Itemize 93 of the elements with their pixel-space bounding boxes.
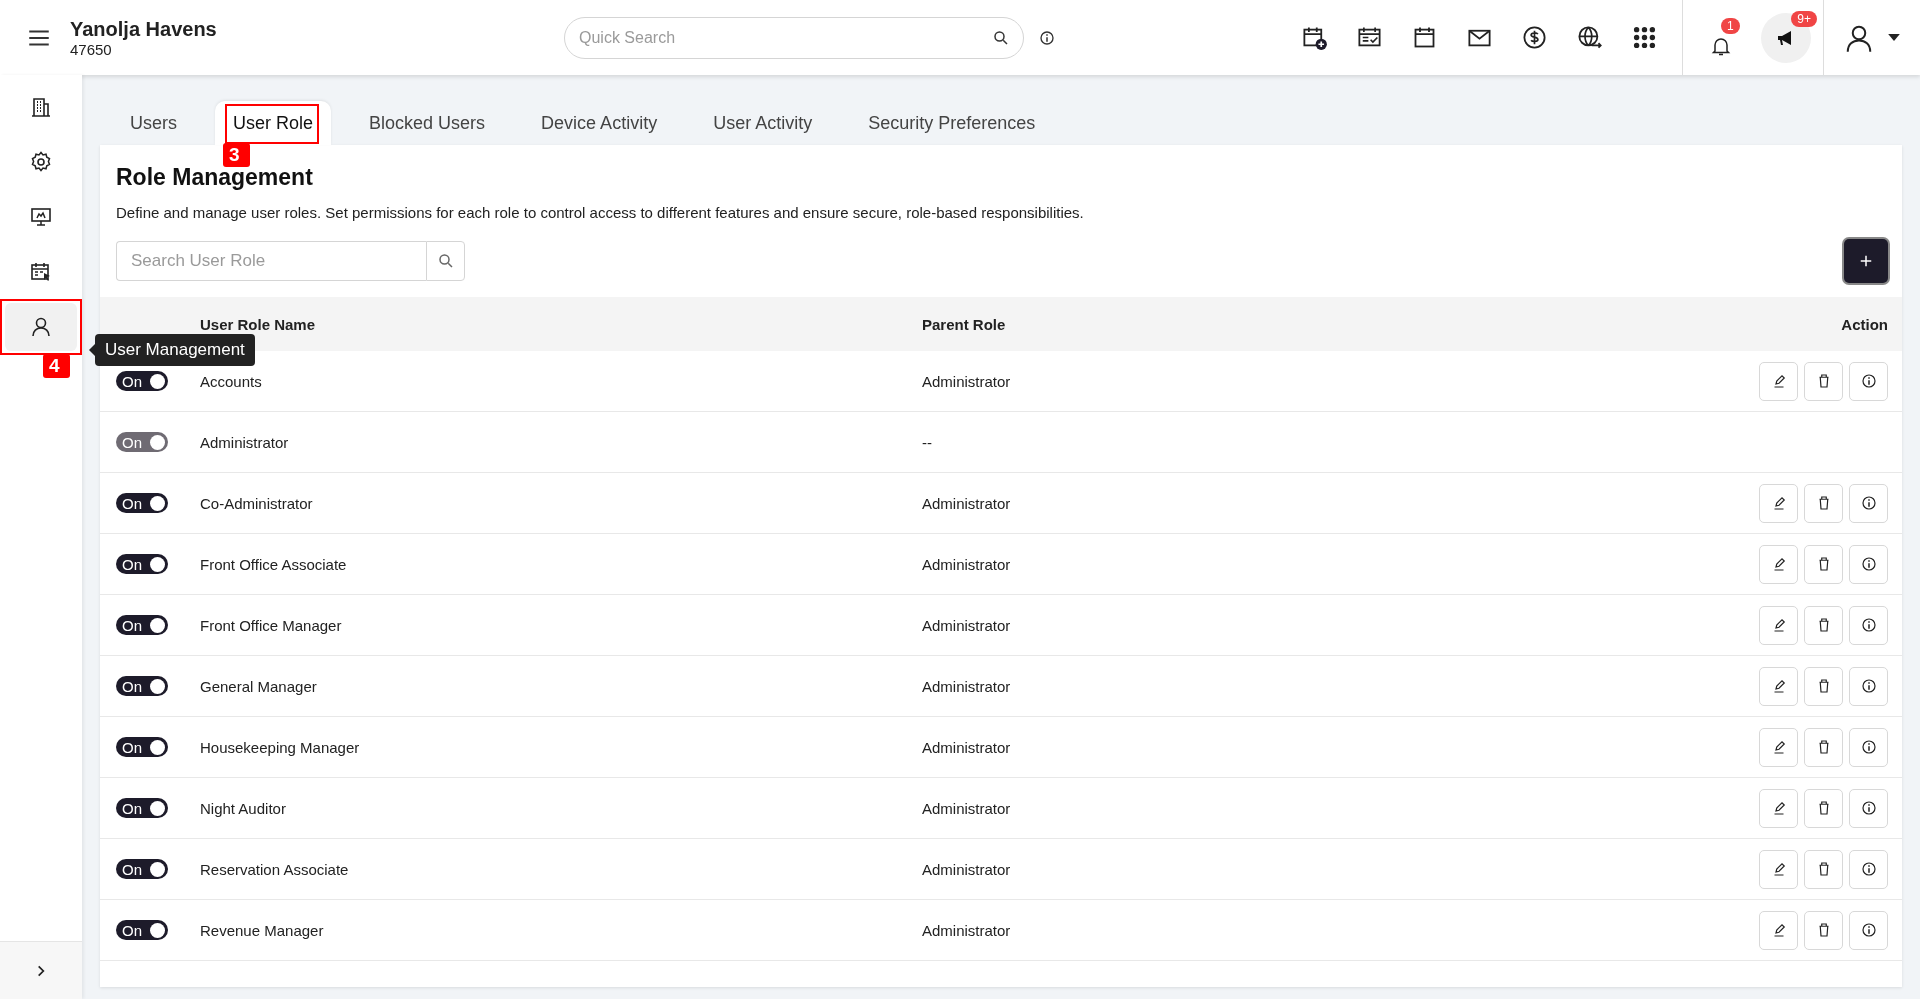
column-header: User Role Name: [200, 315, 317, 333]
search-field[interactable]: Search User Role: [116, 241, 426, 281]
delete-button[interactable]: [1804, 605, 1843, 645]
table-cell-text: Housekeeping Manager: [200, 738, 361, 756]
table-cell-text: Administrator: [200, 433, 290, 451]
notification-badge: 1: [1721, 17, 1740, 34]
tab[interactable]: Users: [112, 101, 195, 145]
search-icon[interactable]: [436, 252, 455, 270]
delete-button[interactable]: [1804, 727, 1843, 767]
tab[interactable]: Device Activity: [523, 101, 676, 145]
announcement-button[interactable]: [1761, 12, 1811, 63]
toggle-switch[interactable]: On: [116, 615, 168, 635]
page-description: Define and manage user roles. Set permissions for each role to control access to different features and ensure secure, role-based responsibilities.: [116, 204, 1085, 221]
info-button[interactable]: [1849, 727, 1888, 767]
info-icon[interactable]: [1859, 494, 1878, 512]
info-button[interactable]: [1849, 361, 1888, 401]
info-button[interactable]: [1849, 788, 1888, 828]
building-icon[interactable]: [29, 95, 53, 119]
info-icon[interactable]: [1859, 616, 1878, 634]
tab[interactable]: Blocked Users: [351, 101, 504, 145]
step-number: 4: [43, 354, 70, 378]
toggle-switch[interactable]: On: [116, 493, 168, 513]
toggle-switch[interactable]: On: [116, 554, 168, 574]
table-cell-text: Front Office Associate: [200, 555, 348, 573]
step-number: 3: [223, 143, 250, 167]
toggle-switch[interactable]: On: [116, 371, 168, 391]
table-cell-text: Administrator: [922, 555, 1012, 573]
delete-button[interactable]: [1804, 910, 1843, 950]
table-cell-text: General Manager: [200, 677, 318, 695]
column-header: Parent Role: [922, 315, 1007, 333]
tooltip: User Management: [95, 334, 255, 366]
table-cell-text: Co-Administrator: [200, 494, 314, 512]
info-icon[interactable]: [1859, 799, 1878, 817]
search-icon[interactable]: [992, 28, 1010, 47]
announcement-badge: 9+: [1791, 10, 1817, 27]
property-id: 47650: [70, 40, 113, 58]
search-field[interactable]: Quick Search: [564, 16, 1024, 59]
info-button[interactable]: [1849, 483, 1888, 523]
tab[interactable]: Security Preferences: [850, 101, 1054, 145]
table-cell-text: --: [922, 433, 933, 451]
delete-button[interactable]: [1804, 666, 1843, 706]
info-button[interactable]: [1849, 849, 1888, 889]
info-icon[interactable]: [1859, 860, 1878, 878]
info-icon[interactable]: [1859, 555, 1878, 573]
calendar-add-icon[interactable]: [1301, 24, 1328, 51]
info-button[interactable]: [1849, 910, 1888, 950]
table-cell-text: Administrator: [922, 738, 1012, 756]
table-cell-text: Accounts: [200, 372, 263, 390]
delete-button[interactable]: [1804, 361, 1843, 401]
table-cell-text: Administrator: [922, 494, 1012, 512]
delete-button[interactable]: [1804, 849, 1843, 889]
dollar-icon[interactable]: [1521, 24, 1548, 51]
table-cell-text: Administrator: [922, 860, 1012, 878]
toggle-switch[interactable]: On: [116, 859, 168, 879]
page-title: Role Management: [116, 164, 313, 191]
table-cell-text: Reservation Associate: [200, 860, 350, 878]
table-cell-text: Administrator: [922, 372, 1012, 390]
info-icon[interactable]: [1859, 738, 1878, 756]
table-cell-text: Administrator: [922, 677, 1012, 695]
user-icon[interactable]: [29, 315, 53, 339]
search-button[interactable]: [426, 241, 465, 281]
tab[interactable]: User Activity: [695, 101, 831, 145]
column-header: Action: [1840, 315, 1889, 333]
caret-icon[interactable]: [1888, 34, 1900, 41]
tooltip-arrow: [89, 344, 95, 356]
info-button[interactable]: [1849, 666, 1888, 706]
apps-grid-icon[interactable]: [1631, 24, 1658, 51]
info-icon[interactable]: [1859, 921, 1878, 939]
delete-button[interactable]: [1804, 544, 1843, 584]
delete-button[interactable]: [1804, 483, 1843, 523]
globe-icon[interactable]: [1576, 24, 1603, 51]
settings-icon[interactable]: [29, 150, 53, 174]
table-cell-text: Administrator: [922, 616, 1012, 634]
table-cell-text: Administrator: [922, 921, 1012, 939]
table-cell-text: Front Office Manager: [200, 616, 343, 634]
info-button[interactable]: [1849, 544, 1888, 584]
toggle-switch[interactable]: On: [116, 798, 168, 818]
info-icon[interactable]: [1038, 28, 1056, 47]
notification-button[interactable]: 1: [1709, 17, 1747, 58]
toggle-switch[interactable]: On: [116, 920, 168, 940]
table-cell-text: Revenue Manager: [200, 921, 325, 939]
delete-button[interactable]: [1804, 788, 1843, 828]
info-button[interactable]: [1849, 605, 1888, 645]
table-cell-text: Administrator: [922, 799, 1012, 817]
add-button[interactable]: [1844, 239, 1888, 283]
tab[interactable]: User Role: [215, 101, 332, 145]
info-icon[interactable]: [1859, 677, 1878, 695]
toggle-switch[interactable]: On: [116, 737, 168, 757]
toggle-switch[interactable]: On: [116, 676, 168, 696]
property-name: Yanolja Havens: [70, 17, 218, 41]
info-icon[interactable]: [1859, 372, 1878, 390]
monitor-icon[interactable]: [29, 205, 53, 229]
table-cell-text: Night Auditor: [200, 799, 287, 817]
